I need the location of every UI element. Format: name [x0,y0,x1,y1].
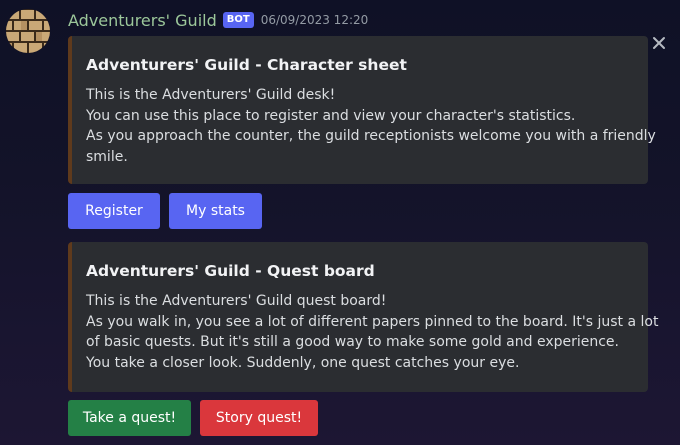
embed-description-line: You can use this place to register and v… [86,107,576,124]
bot-tag: BOT [222,12,254,28]
embed-description: This is the Adventurers' Guild quest boa… [86,291,659,373]
embed-description-line: As you approach the counter, the guild r… [86,128,656,144]
embed-character-sheet: Adventurers' Guild - Character sheet Thi… [68,36,656,184]
embed-description-line: of basic quests. But it's still a good w… [86,334,619,350]
brick-wall-avatar-icon [6,9,50,53]
message-header: Adventurers' Guild BOT 06/09/2023 12:20 [68,9,368,31]
embed-description-line: smile. [86,148,128,165]
embed-quest-board: Adventurers' Guild - Quest board This is… [68,242,659,392]
embed-description-line: As you walk in, you see a lot of differe… [86,313,659,330]
embed-description-line: This is the Adventurers' Guild desk! [86,87,336,103]
my-stats-button[interactable]: My stats [169,193,262,229]
register-button[interactable]: Register [68,193,160,229]
close-button[interactable] [650,34,668,52]
embed-description-line: This is the Adventurers' Guild quest boa… [86,293,387,309]
timestamp: 06/09/2023 12:20 [260,13,369,27]
embed-description: This is the Adventurers' Guild desk! You… [86,85,656,167]
author-name[interactable]: Adventurers' Guild [68,11,217,30]
embed-description-line: You take a closer look. Suddenly, one qu… [86,354,520,371]
close-icon [653,37,665,49]
avatar[interactable] [6,9,50,53]
embed-title: Adventurers' Guild - Quest board [86,262,375,280]
embed-title: Adventurers' Guild - Character sheet [86,56,407,74]
story-quest-button[interactable]: Story quest! [200,400,318,436]
take-a-quest-button[interactable]: Take a quest! [68,400,191,436]
